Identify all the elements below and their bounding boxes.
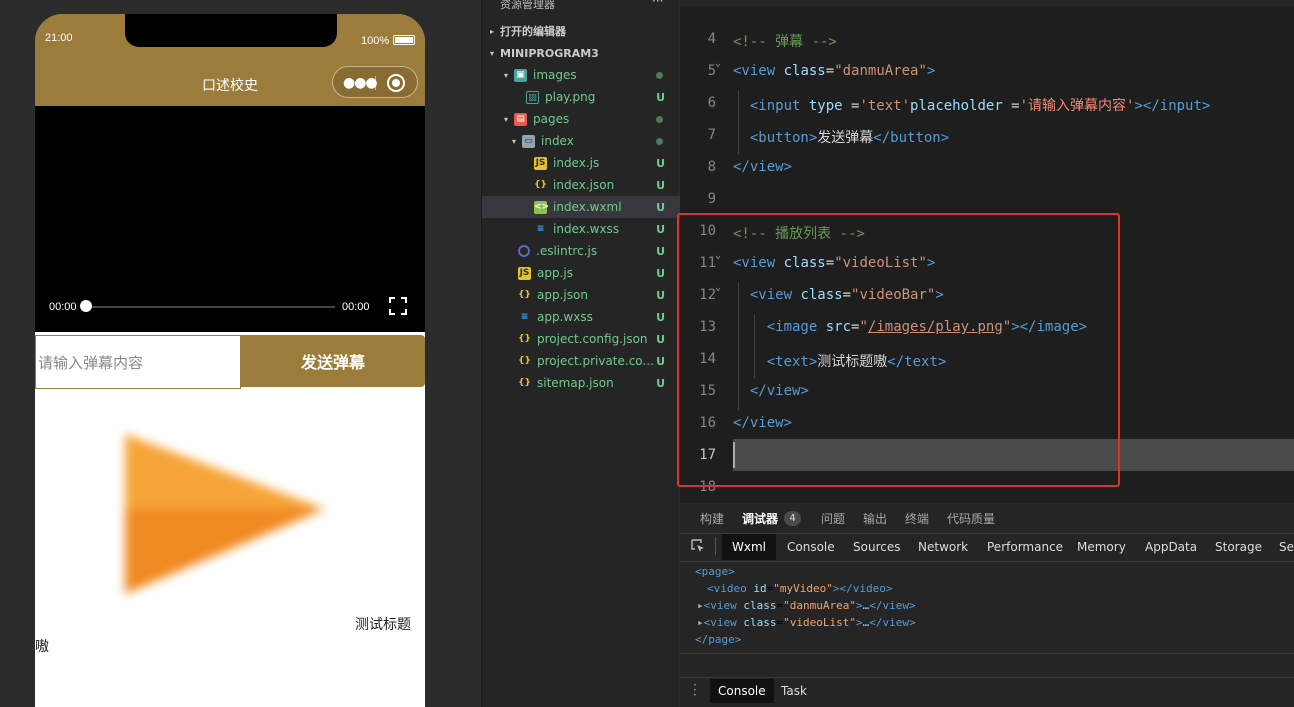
file-project-private[interactable]: {} project.private.co... U — [482, 350, 680, 372]
video-duration: 00:00 — [342, 301, 370, 313]
tab-debugger[interactable]: 调试器 — [742, 503, 778, 533]
wxml-node-videolist[interactable]: ▸<view class="videoList">…</view> — [697, 616, 916, 629]
line-number: 7 — [707, 127, 716, 143]
code-line[interactable]: </view> — [733, 159, 792, 175]
file-project-config[interactable]: {} project.config.json U — [482, 328, 680, 350]
video-player[interactable]: 00:00 00:00 — [35, 106, 425, 332]
json-file-icon: {} — [518, 289, 531, 300]
line-number: 6 — [707, 95, 716, 111]
nav-bar: 21:00 100% 口述校史 ●●● — [35, 14, 425, 106]
js-file-icon: JS — [518, 266, 531, 280]
panel-performance[interactable]: Performance — [987, 534, 1063, 560]
inspect-element-icon[interactable] — [690, 538, 706, 554]
js-file-icon: JS — [534, 156, 547, 170]
divider — [680, 653, 1294, 654]
file-explorer: 资源管理器 ··· ▸ 打开的编辑器 ▾ MINIPROGRAM3 ▾ ▣ images… — [481, 0, 680, 707]
video-current-time: 00:00 — [49, 301, 77, 313]
wxss-file-icon: ≡ — [520, 311, 529, 322]
play-image — [115, 424, 335, 604]
image-folder-icon: ▣ — [514, 68, 527, 82]
tab-build[interactable]: 构建 — [700, 503, 724, 533]
file-app-js[interactable]: JS app.js U — [482, 262, 680, 284]
video-progress[interactable] — [91, 306, 335, 308]
send-danmu-button[interactable]: 发送弹幕 — [241, 335, 425, 387]
wxml-node-page-close[interactable]: </page> — [695, 633, 741, 646]
debugger-count-badge: 4 — [784, 511, 801, 526]
line-number: 4 — [707, 31, 716, 47]
close-mini-icon[interactable] — [387, 74, 405, 92]
wxss-file-icon: ≡ — [536, 223, 545, 234]
folder-pages[interactable]: ▾ ▤ pages — [482, 108, 680, 130]
json-file-icon: {} — [518, 377, 531, 388]
json-file-icon: {} — [518, 333, 531, 344]
drawer-tab-task[interactable]: Task — [781, 679, 807, 703]
line-number: 9 — [707, 191, 716, 207]
video-progress-handle[interactable] — [80, 300, 92, 312]
highlight-annotation — [677, 213, 1120, 487]
panel-console[interactable]: Console — [787, 534, 835, 560]
status-battery: 100% — [361, 35, 390, 47]
folder-icon: ▤ — [514, 112, 527, 126]
fold-chevron-icon[interactable]: ⌄ — [715, 58, 721, 69]
wxml-node-page[interactable]: <page> — [695, 565, 735, 578]
folder-open-icon: ▭ — [522, 134, 535, 148]
fullscreen-icon[interactable] — [389, 297, 407, 315]
tab-terminal[interactable]: 终端 — [905, 503, 929, 533]
line-number: 8 — [707, 159, 716, 175]
status-time: 21:00 — [45, 32, 73, 44]
panel-appdata[interactable]: AppData — [1145, 534, 1197, 560]
divider — [715, 537, 716, 555]
panel-storage[interactable]: Storage — [1215, 534, 1262, 560]
file-sitemap[interactable]: {} sitemap.json U — [482, 372, 680, 394]
wxml-node-video[interactable]: <video id="myVideo"></video> — [707, 582, 892, 595]
more-icon[interactable]: ●●● — [343, 75, 378, 91]
json-file-icon: {} — [534, 179, 547, 190]
eslint-file-icon — [518, 245, 530, 257]
danmu-input[interactable]: 请输入弹幕内容 — [35, 335, 241, 389]
code-line[interactable]: <view class="danmuArea"> — [733, 63, 935, 79]
drawer-menu-icon[interactable]: · · · — [693, 679, 697, 701]
drawer-tab-console[interactable]: Console — [710, 679, 774, 703]
panel-security[interactable]: Sec — [1279, 534, 1294, 560]
wxml-file-icon: <> — [534, 200, 550, 214]
capsule-menu[interactable]: ●●● — [332, 66, 418, 98]
tab-output[interactable]: 输出 — [863, 503, 887, 533]
panel-network[interactable]: Network — [918, 534, 968, 560]
more-actions-icon[interactable]: ··· — [652, 0, 663, 8]
video-title: 测试标题 — [355, 617, 411, 633]
json-file-icon: {} — [518, 355, 531, 366]
tab-code-quality[interactable]: 代码质量 — [947, 503, 995, 533]
panel-sources[interactable]: Sources — [853, 534, 900, 560]
capsule-divider — [375, 76, 376, 90]
file-index-wxss[interactable]: ≡ index.wxss U — [482, 218, 680, 240]
panel-memory[interactable]: Memory — [1077, 534, 1126, 560]
line-number: 5 — [707, 63, 716, 79]
code-line[interactable]: <button>发送弹幕</button> — [733, 127, 949, 147]
panel-wxml[interactable]: Wxml — [722, 534, 776, 560]
divider — [680, 677, 1294, 678]
file-index-js[interactable]: JS index.js U — [482, 152, 680, 174]
simulator-panel: 21:00 100% 口述校史 ●●● 00:00 00:00 请输入弹幕内容 … — [0, 0, 480, 707]
phone-screen: 21:00 100% 口述校史 ●●● 00:00 00:00 请输入弹幕内容 … — [35, 14, 425, 707]
file-index-json[interactable]: {} index.json U — [482, 174, 680, 196]
battery-icon — [393, 35, 415, 45]
video-title-wrap: 嗷 — [35, 639, 49, 655]
wxml-node-danmu[interactable]: ▸<view class="danmuArea">…</view> — [697, 599, 916, 612]
tab-problems[interactable]: 问题 — [821, 503, 845, 533]
code-line[interactable]: <!-- 弹幕 --> — [733, 31, 837, 51]
image-file-icon: ▨ — [526, 90, 539, 104]
explorer-header: 资源管理器 — [500, 0, 555, 11]
notch — [125, 14, 337, 47]
folder-images[interactable]: ▾ ▣ images — [482, 64, 680, 86]
project-section[interactable]: ▾ MINIPROGRAM3 — [482, 42, 680, 64]
file-app-json[interactable]: {} app.json U — [482, 284, 680, 306]
file-index-wxml[interactable]: <> index.wxml U — [482, 196, 680, 218]
open-editors-section[interactable]: ▸ 打开的编辑器 — [482, 20, 680, 42]
file-app-wxss[interactable]: ≡ app.wxss U — [482, 306, 680, 328]
divider — [680, 561, 1294, 562]
code-line[interactable]: <input type ='text'placeholder ='请输入弹幕内容… — [733, 95, 1210, 115]
file-eslintrc[interactable]: .eslintrc.js U — [482, 240, 680, 262]
folder-index[interactable]: ▾ ▭ index — [482, 130, 680, 152]
file-play-png[interactable]: ▨ play.png U — [482, 86, 680, 108]
